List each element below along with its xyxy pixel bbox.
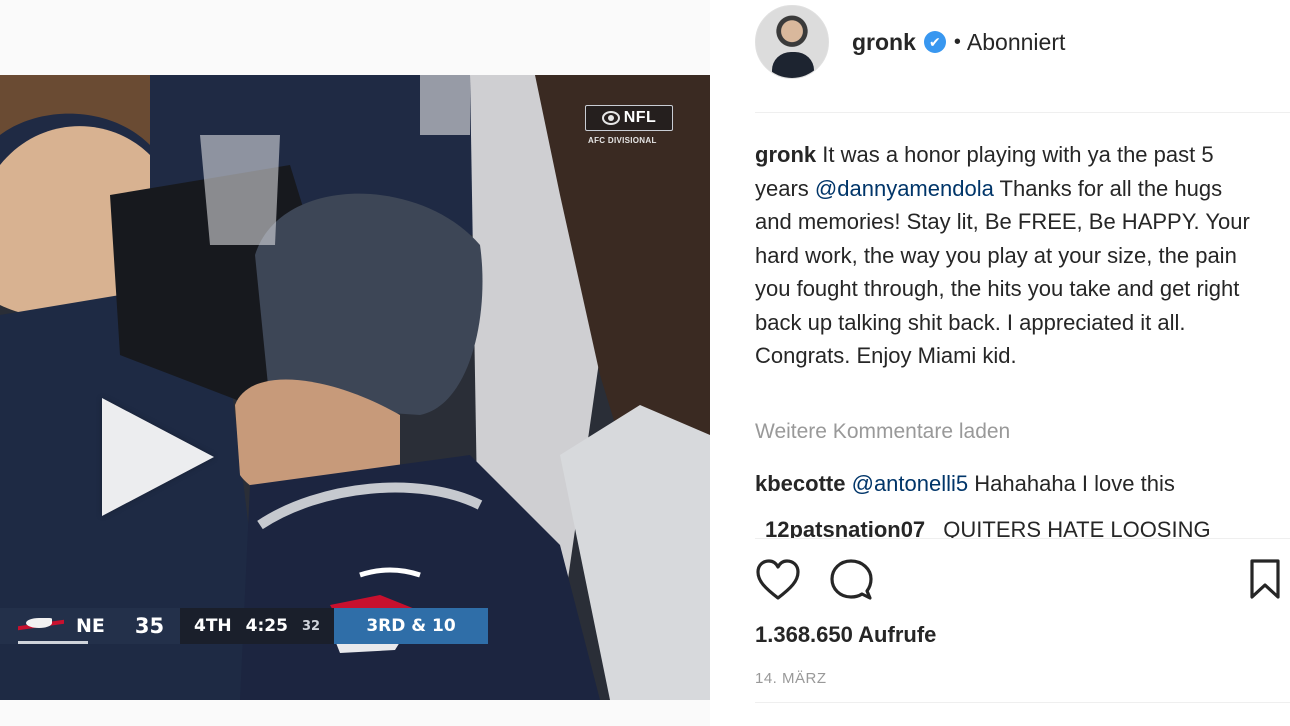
- header-divider: [755, 112, 1290, 113]
- scorebug-underline: [18, 641, 88, 644]
- game-clock: 4:25: [245, 616, 288, 636]
- action-bar: [755, 558, 1280, 602]
- video-player[interactable]: NFL AFC DIVISIONAL NE 35 4TH 4:25 32 3RD…: [0, 75, 710, 700]
- video-frame: [0, 75, 710, 700]
- heart-icon[interactable]: [755, 558, 801, 602]
- comment-item: kbecotte @antonelli5 Hahahaha I love thi…: [755, 471, 1175, 497]
- follow-status-button[interactable]: Abonniert: [967, 29, 1065, 56]
- patriots-logo-icon: [18, 617, 64, 635]
- comment-username[interactable]: kbecotte: [755, 471, 845, 496]
- footer-divider: [755, 702, 1290, 703]
- media-area: NFL AFC DIVISIONAL NE 35 4TH 4:25 32 3RD…: [0, 0, 710, 726]
- caption-mention[interactable]: @dannyamendola: [815, 176, 994, 201]
- post-panel: gronk ✔ • Abonniert gronk It was a honor…: [710, 0, 1290, 726]
- avatar[interactable]: [755, 5, 829, 79]
- post-caption: gronk It was a honor playing with ya the…: [755, 138, 1255, 373]
- header-separator: •: [953, 30, 961, 53]
- scorebug-team: NE 35: [0, 608, 180, 644]
- quarter: 4TH: [194, 616, 232, 636]
- header-username[interactable]: gronk: [852, 29, 916, 56]
- team-abbreviation: NE: [76, 615, 105, 637]
- network-logo-text: NFL: [623, 109, 657, 126]
- network-logo: NFL: [585, 105, 673, 131]
- team-score: 35: [134, 614, 165, 638]
- caption-text-continued: Thanks for all the hugs and memories! St…: [755, 175, 1250, 369]
- comment-item: 12patsnation07 QUITERS HATE LOOSING: [755, 516, 1211, 538]
- play-icon[interactable]: [102, 398, 214, 516]
- cbs-eye-icon: [601, 111, 620, 125]
- comment-text: QUITERS HATE LOOSING: [943, 517, 1211, 538]
- scorebug-clock: 4TH 4:25 32: [180, 608, 334, 644]
- comment-text: Hahahaha I love this: [974, 471, 1175, 496]
- load-more-comments-link[interactable]: Weitere Kommentare laden: [755, 420, 1010, 444]
- play-clock: 32: [301, 618, 321, 634]
- bookmark-icon[interactable]: [1249, 558, 1281, 600]
- actions-divider: [755, 538, 1290, 539]
- game-label: AFC DIVISIONAL: [588, 136, 657, 145]
- view-count[interactable]: 1.368.650 Aufrufe: [755, 622, 936, 648]
- post-date[interactable]: 14. MÄRZ: [755, 670, 827, 687]
- verified-badge-icon: ✔: [923, 31, 946, 53]
- comment-username[interactable]: 12patsnation07: [765, 517, 925, 538]
- down-and-distance: 3RD & 10: [334, 608, 488, 644]
- caption-username[interactable]: gronk: [755, 142, 816, 167]
- scorebug: NE 35 4TH 4:25 32 3RD & 10: [0, 608, 488, 644]
- post-header: gronk ✔ • Abonniert: [710, 0, 1288, 84]
- comment-mention[interactable]: @antonelli5: [852, 471, 969, 496]
- speech-bubble-icon[interactable]: [829, 558, 873, 602]
